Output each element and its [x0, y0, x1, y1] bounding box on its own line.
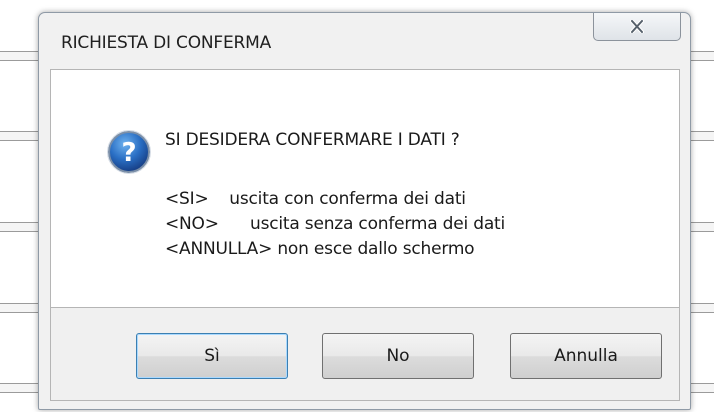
cancel-button[interactable]: Annulla	[510, 333, 662, 379]
background-field	[0, 383, 40, 393]
background-field	[690, 383, 714, 393]
svg-text:?: ?	[121, 138, 136, 168]
background-field	[690, 222, 714, 232]
background-field	[690, 303, 714, 313]
message-heading: SI DESIDERA CONFERMARE I DATI ?	[165, 130, 460, 150]
close-icon	[630, 20, 644, 33]
confirm-dialog: RICHIESTA DI CONFERMA ? SI DESIDERA CONF…	[38, 12, 691, 410]
message-area: ? SI DESIDERA CONFERMARE I DATI ? <SI> u…	[50, 69, 680, 308]
background-field	[0, 222, 40, 232]
title-bar[interactable]: RICHIESTA DI CONFERMA	[39, 13, 690, 69]
background-field	[0, 51, 40, 61]
background-field	[690, 51, 714, 61]
question-icon: ?	[107, 130, 151, 174]
close-button[interactable]	[593, 13, 681, 41]
yes-button[interactable]: Sì	[136, 333, 288, 379]
message-line: <NO> uscita senza conferma dei dati	[165, 214, 506, 234]
background-field	[0, 303, 40, 313]
no-button[interactable]: No	[322, 333, 474, 379]
background-field	[0, 131, 40, 141]
message-line: <ANNULLA> non esce dallo schermo	[165, 239, 475, 259]
message-line: <SI> uscita con conferma dei dati	[165, 189, 466, 209]
dialog-title: RICHIESTA DI CONFERMA	[61, 33, 272, 53]
background-field	[690, 131, 714, 141]
